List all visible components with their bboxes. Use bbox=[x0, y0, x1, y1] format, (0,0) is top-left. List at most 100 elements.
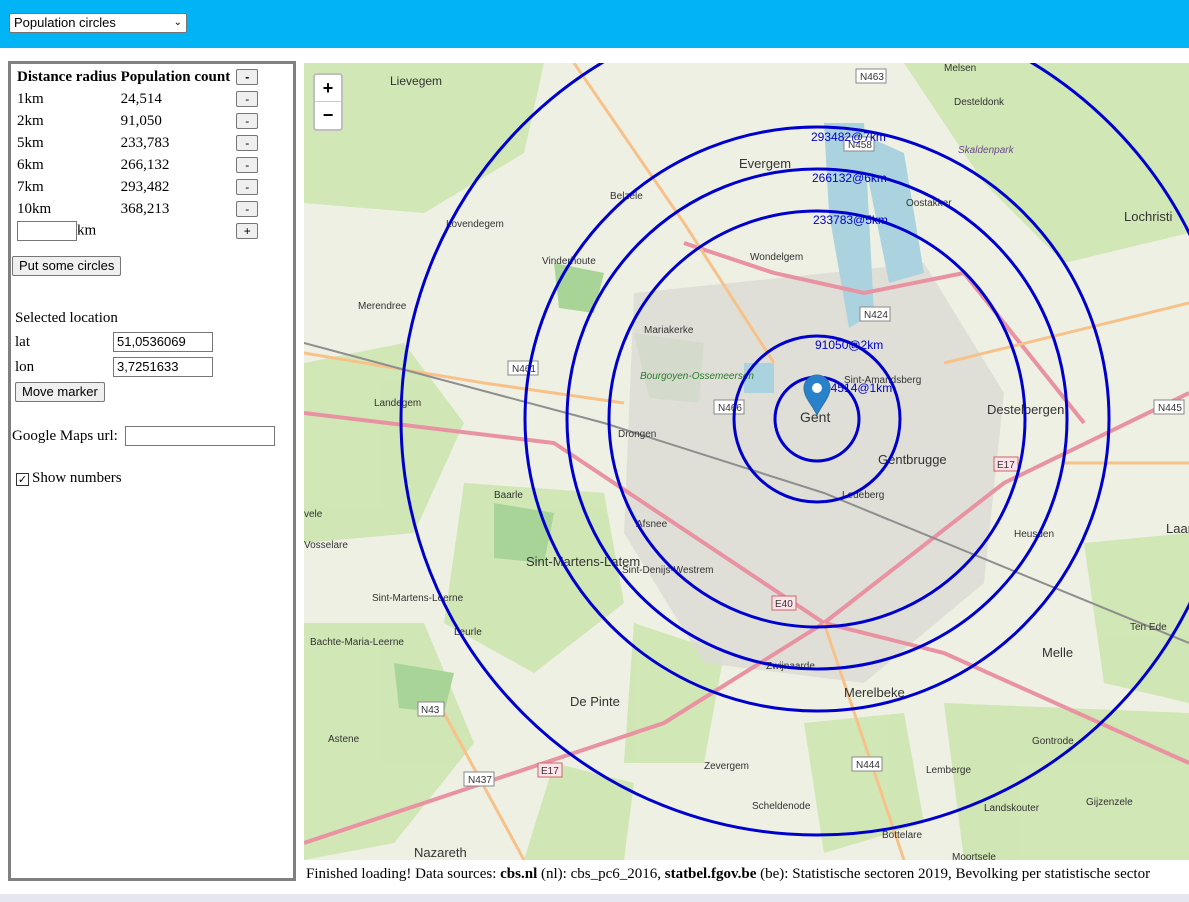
svg-text:N466: N466 bbox=[718, 403, 742, 414]
row-distance: 10km bbox=[17, 200, 52, 217]
zoom-control: + − bbox=[313, 73, 343, 131]
table-row: 5km 233,783 - bbox=[15, 132, 260, 154]
row-population: 266,132 bbox=[120, 156, 170, 173]
radius-table: Distance radius Population count - 1km 2… bbox=[15, 66, 260, 242]
lon-label: lon bbox=[15, 359, 35, 375]
map-place-label: Gijzenzele bbox=[1086, 797, 1133, 808]
add-radius-button[interactable]: + bbox=[236, 222, 259, 239]
bottom-strip bbox=[0, 894, 1189, 902]
map-road-shield: N463 bbox=[855, 68, 887, 84]
svg-text:N463: N463 bbox=[860, 72, 884, 83]
map-place-label: Laarne bbox=[1166, 521, 1189, 536]
map-view[interactable]: Lievegem Evergem Desteldonk Skaldenpark … bbox=[304, 63, 1189, 860]
put-circles-button[interactable]: Put some circles bbox=[12, 256, 122, 276]
row-population: 368,213 bbox=[120, 200, 170, 217]
svg-text:E17: E17 bbox=[541, 766, 559, 777]
circle-label-1km: 24514@1km bbox=[824, 381, 892, 395]
zoom-in-button[interactable]: + bbox=[315, 75, 341, 101]
km-unit-label: km bbox=[77, 222, 97, 239]
map-place-label: Lievegem bbox=[390, 74, 442, 88]
map-place-label: Astene bbox=[328, 734, 360, 745]
chevron-down-icon: ⌄ bbox=[173, 17, 182, 28]
circle-label-7km: 293482@7km bbox=[811, 130, 886, 144]
remove-row-button[interactable]: - bbox=[236, 178, 259, 195]
remove-all-button[interactable]: - bbox=[236, 68, 259, 85]
map-place-label: Merendree bbox=[358, 301, 407, 312]
map-place-label: Melsen bbox=[944, 63, 976, 74]
map-place-label: Heusden bbox=[1014, 529, 1054, 540]
map-place-label: Evergem bbox=[739, 156, 791, 171]
circle-label-6km: 266132@6km bbox=[812, 171, 887, 185]
row-distance: 6km bbox=[17, 156, 44, 173]
map-road-shield: N43 bbox=[417, 701, 445, 717]
map-place-label: Ten Ede bbox=[1130, 622, 1167, 633]
svg-text:N461: N461 bbox=[512, 364, 536, 375]
map-road-shield: N437 bbox=[463, 771, 495, 787]
svg-text:N424: N424 bbox=[864, 310, 888, 321]
map-place-label: Nazareth bbox=[414, 845, 467, 860]
map-road-shield: E40 bbox=[771, 595, 797, 611]
circle-label-2km: 91050@2km bbox=[815, 338, 883, 352]
svg-text:E40: E40 bbox=[775, 599, 793, 610]
map-place-label: De Pinte bbox=[570, 694, 620, 709]
status-bar: Finished loading! Data sources: cbs.nl (… bbox=[306, 866, 1189, 888]
map-place-label: Zevergem bbox=[704, 761, 749, 772]
col-population-header: Population count bbox=[120, 68, 231, 85]
move-marker-button[interactable]: Move marker bbox=[15, 382, 105, 402]
svg-text:N437: N437 bbox=[468, 775, 492, 786]
map-place-label: Melle bbox=[1042, 645, 1073, 660]
zoom-out-button[interactable]: − bbox=[315, 101, 341, 128]
map-canvas[interactable]: Lievegem Evergem Desteldonk Skaldenpark … bbox=[304, 63, 1189, 860]
remove-row-button[interactable]: - bbox=[236, 90, 259, 107]
lat-label: lat bbox=[15, 334, 30, 350]
map-place-label: Lovendegem bbox=[446, 219, 504, 230]
row-population: 91,050 bbox=[120, 112, 162, 129]
map-place-label: Bottelare bbox=[882, 830, 922, 841]
map-place-label: Landegem bbox=[374, 398, 421, 409]
map-place-label: Drongen bbox=[618, 429, 656, 440]
remove-row-button[interactable]: - bbox=[236, 112, 259, 129]
table-header-row: Distance radius Population count - bbox=[15, 66, 260, 88]
map-road-shield: E17 bbox=[537, 762, 563, 778]
show-numbers-checkbox[interactable]: ✓ bbox=[16, 473, 29, 486]
mode-select[interactable]: Population circles ⌄ bbox=[9, 13, 187, 33]
map-place-label: Merelbeke bbox=[844, 685, 905, 700]
google-maps-url-input[interactable] bbox=[125, 426, 275, 446]
sidebar-panel: Distance radius Population count - 1km 2… bbox=[8, 61, 296, 881]
svg-text:N444: N444 bbox=[856, 760, 880, 771]
row-distance: 1km bbox=[17, 90, 44, 107]
circle-label-5km: 233783@5km bbox=[813, 213, 888, 227]
lon-input[interactable]: 3,7251633 bbox=[113, 357, 213, 377]
row-distance: 2km bbox=[17, 112, 44, 129]
remove-row-button[interactable]: - bbox=[236, 134, 259, 151]
lat-input[interactable]: 51,0536069 bbox=[113, 332, 213, 352]
table-row: 2km 91,050 - bbox=[15, 110, 260, 132]
remove-row-button[interactable]: - bbox=[236, 200, 259, 217]
status-source2-detail: (be): Statistische sectoren 2019, Bevolk… bbox=[756, 866, 1151, 882]
mode-select-value: Population circles bbox=[14, 15, 116, 30]
table-row: 10km 368,213 - bbox=[15, 198, 260, 220]
map-place-label: Skaldenpark bbox=[958, 145, 1015, 156]
row-population: 293,482 bbox=[120, 178, 170, 195]
remove-row-button[interactable]: - bbox=[236, 156, 259, 173]
map-place-label: Bachte-Maria-Leerne bbox=[310, 637, 404, 648]
map-place-label: vele bbox=[304, 509, 323, 520]
row-distance: 7km bbox=[17, 178, 44, 195]
map-place-label: Bourgoyen-Ossemeersen bbox=[640, 371, 754, 382]
row-population: 24,514 bbox=[120, 90, 162, 107]
source-link-cbs[interactable]: cbs.nl bbox=[500, 866, 537, 882]
col-distance-header: Distance radius bbox=[17, 68, 117, 85]
source-link-statbel[interactable]: statbel.fgov.be bbox=[665, 866, 757, 882]
map-place-label: Moortsele bbox=[952, 852, 996, 860]
top-bar: Population circles ⌄ bbox=[0, 0, 1189, 48]
map-place-label: Mariakerke bbox=[644, 325, 694, 336]
new-radius-input[interactable] bbox=[17, 221, 77, 241]
map-place-label: Vosselare bbox=[304, 540, 348, 551]
map-place-label: Gontrode bbox=[1032, 736, 1074, 747]
svg-text:N43: N43 bbox=[421, 705, 440, 716]
row-population: 233,783 bbox=[120, 134, 170, 151]
map-place-label: Sint-Martens-Leerne bbox=[372, 593, 464, 604]
map-place-label: Landskouter bbox=[984, 803, 1040, 814]
svg-text:E17: E17 bbox=[997, 460, 1015, 471]
map-road-shield: E17 bbox=[993, 456, 1019, 472]
